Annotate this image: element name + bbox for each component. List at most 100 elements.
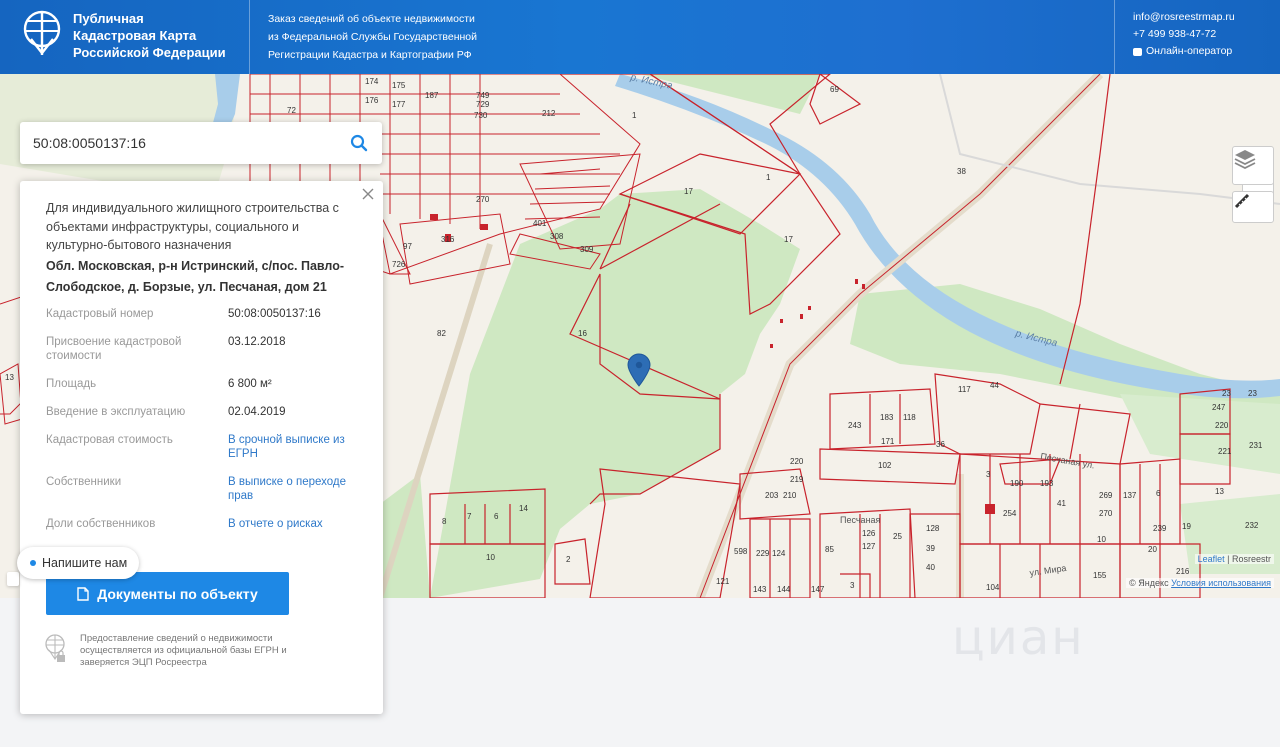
leaflet-link[interactable]: Leaflet — [1198, 554, 1225, 564]
brand-title[interactable]: Публичная Кадастровая Карта Российской Ф… — [73, 10, 226, 61]
owners-link[interactable]: В выписке о переходе прав — [228, 475, 366, 503]
area-value: 6 800 м² — [228, 378, 272, 390]
svg-text:16: 16 — [578, 329, 587, 338]
svg-text:193: 193 — [1040, 479, 1054, 488]
cian-watermark: циан — [952, 610, 1085, 666]
property-label: Кадастровая стоимость — [46, 434, 173, 446]
svg-text:221: 221 — [1218, 447, 1232, 456]
property-row: Доли собственников В отчете о рисках — [46, 517, 366, 531]
svg-text:187: 187 — [425, 91, 439, 100]
egrn-notice: Предоставление сведений о недвижимости о… — [80, 633, 287, 668]
svg-text:749: 749 — [476, 91, 490, 100]
header-divider — [1114, 0, 1115, 74]
svg-text:20: 20 — [1148, 545, 1157, 554]
layers-button[interactable] — [1232, 146, 1274, 185]
svg-text:38: 38 — [957, 167, 966, 176]
svg-text:309: 309 — [580, 245, 594, 254]
svg-text:147: 147 — [811, 585, 825, 594]
svg-text:126: 126 — [862, 529, 876, 538]
cadastral-search-input[interactable] — [31, 134, 335, 152]
header-divider — [249, 0, 250, 74]
svg-text:243: 243 — [848, 421, 862, 430]
online-operator-link[interactable]: Онлайн-оператор — [1133, 43, 1235, 60]
ruler-button[interactable] — [1232, 191, 1274, 223]
svg-text:2: 2 — [566, 555, 571, 564]
terms-link[interactable]: Условия использования — [1171, 578, 1271, 588]
svg-text:39: 39 — [926, 544, 935, 553]
property-row: Кадастровая стоимость В срочной выписке … — [46, 433, 366, 461]
svg-text:726: 726 — [392, 260, 406, 269]
attribution-yandex: © Яндекс Условия использования — [1126, 578, 1274, 588]
object-address: Обл. Московская, р-н Истринский, с/пос. … — [46, 259, 344, 294]
svg-text:239: 239 — [1153, 524, 1167, 533]
chat-icon — [1133, 47, 1142, 56]
svg-text:44: 44 — [990, 381, 999, 390]
svg-text:598: 598 — [734, 547, 748, 556]
land-purpose: Для индивидуального жилищного строительс… — [46, 201, 339, 252]
svg-text:3: 3 — [850, 581, 855, 590]
svg-text:41: 41 — [1057, 499, 1066, 508]
svg-text:97: 97 — [403, 242, 412, 251]
svg-text:270: 270 — [476, 195, 490, 204]
property-list: Кадастровый номер 50:08:0050137:16 Присв… — [46, 307, 366, 545]
svg-text:269: 269 — [1099, 491, 1113, 500]
map-pin-icon[interactable] — [7, 572, 19, 586]
rosreestr-logo-icon[interactable] — [22, 9, 62, 57]
contacts: info@rosreestrmap.ru +7 499 938-47-72 Он… — [1133, 9, 1235, 60]
commissioning-date-value: 02.04.2019 — [228, 406, 286, 418]
svg-text:171: 171 — [881, 437, 895, 446]
brand-line: Российской Федерации — [73, 45, 226, 60]
svg-text:104: 104 — [986, 583, 1000, 592]
ruler-icon — [1234, 193, 1250, 209]
svg-text:10: 10 — [486, 553, 495, 562]
property-label: Доли собственников — [46, 518, 156, 530]
write-us-label: Напишите нам — [42, 556, 128, 570]
svg-text:17: 17 — [784, 235, 793, 244]
site-header: Публичная Кадастровая Карта Российской Ф… — [0, 0, 1280, 74]
attribution-leaflet: Leaflet | Rosreestr — [1194, 554, 1274, 564]
svg-text:174: 174 — [365, 77, 379, 86]
secure-globe-icon — [45, 634, 65, 662]
svg-text:25: 25 — [893, 532, 902, 541]
cadastral-number-value: 50:08:0050137:16 — [228, 308, 321, 320]
desc-line: Заказ сведений об объекте недвижимости — [268, 13, 475, 25]
write-us-button[interactable]: Напишите нам — [17, 547, 139, 579]
svg-text:118: 118 — [903, 413, 916, 422]
phone-link[interactable]: +7 499 938-47-72 — [1133, 26, 1235, 43]
property-row: Площадь 6 800 м² — [46, 377, 366, 391]
yandex-copyright: © Яндекс — [1129, 578, 1169, 588]
svg-text:143: 143 — [753, 585, 767, 594]
svg-text:102: 102 — [878, 461, 892, 470]
property-label: Присвоение кадастровой стоимости — [46, 336, 182, 362]
svg-text:212: 212 — [542, 109, 556, 118]
svg-text:17: 17 — [684, 187, 693, 196]
svg-text:23: 23 — [1222, 389, 1231, 398]
email-link[interactable]: info@rosreestrmap.ru — [1133, 9, 1235, 26]
svg-text:247: 247 — [1212, 403, 1226, 412]
property-label: Площадь — [46, 378, 97, 390]
svg-text:40: 40 — [926, 563, 935, 572]
svg-text:308: 308 — [550, 232, 564, 241]
cadastral-value-link[interactable]: В срочной выписке из ЕГРН — [228, 433, 366, 461]
online-operator-label: Онлайн-оператор — [1146, 45, 1233, 57]
valuation-date-value: 03.12.2018 — [228, 336, 286, 348]
layers-icon — [1234, 150, 1256, 169]
svg-text:69: 69 — [830, 85, 839, 94]
svg-text:144: 144 — [777, 585, 791, 594]
desc-line: из Федеральной Службы Государственной — [268, 31, 477, 43]
close-icon[interactable] — [361, 187, 375, 201]
svg-text:220: 220 — [1215, 421, 1229, 430]
svg-text:124: 124 — [772, 549, 786, 558]
property-row: Кадастровый номер 50:08:0050137:16 — [46, 307, 366, 321]
svg-text:13: 13 — [1215, 487, 1224, 496]
svg-text:316: 316 — [441, 235, 455, 244]
svg-text:14: 14 — [519, 504, 528, 513]
search-icon[interactable] — [350, 134, 368, 152]
svg-text:231: 231 — [1249, 441, 1263, 450]
owner-shares-link[interactable]: В отчете о рисках — [228, 517, 366, 531]
svg-text:137: 137 — [1123, 491, 1137, 500]
svg-text:270: 270 — [1099, 509, 1113, 518]
brand-line: Публичная — [73, 11, 144, 26]
svg-text:82: 82 — [437, 329, 446, 338]
svg-text:1: 1 — [766, 173, 771, 182]
